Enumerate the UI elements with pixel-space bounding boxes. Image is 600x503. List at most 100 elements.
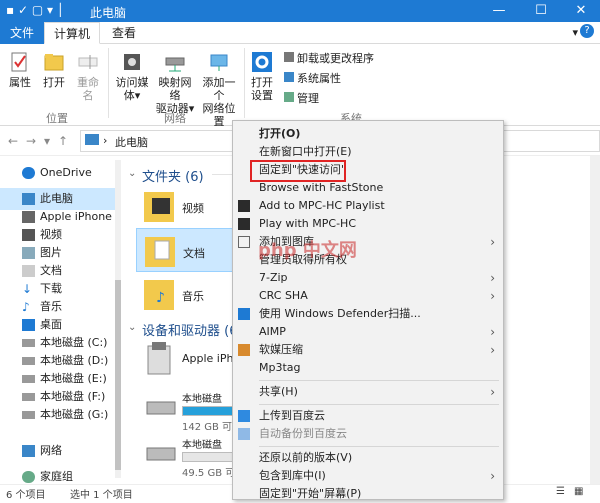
menu-item-open-new-window[interactable]: 在新窗口中打开(E) <box>233 143 503 161</box>
network-drive-icon <box>165 57 185 72</box>
sidebar-item-label: 此电脑 <box>40 192 73 205</box>
scrollbar-thumb[interactable] <box>115 280 121 470</box>
uninstall-icon <box>284 52 294 62</box>
title-bar: ▪ ✓ ▢ ▾ │ 此电脑 — ☐ ✕ <box>0 0 600 22</box>
folder-label: 文档 <box>183 247 205 260</box>
close-button[interactable]: ✕ <box>562 0 600 22</box>
sidebar-item-label: 本地磁盘 (D:) <box>40 354 109 367</box>
open-label: 打开 <box>43 76 65 89</box>
video-icon <box>22 229 35 241</box>
drive-icon <box>146 447 176 461</box>
sidebar-item-drive-g[interactable]: 本地磁盘 (G:) <box>0 404 120 426</box>
menu-item-share[interactable]: 共享(H) › <box>233 383 503 401</box>
folder-item-videos[interactable]: 视频 <box>136 184 236 228</box>
shield-icon <box>238 308 250 320</box>
devices-section-header[interactable]: 设备和驱动器 (6) <box>142 320 243 339</box>
svg-text:♪: ♪ <box>156 290 165 306</box>
up-icon[interactable]: ↑ <box>58 134 68 148</box>
access-media-button[interactable]: 访问媒体▾ <box>112 50 152 102</box>
video-folder-icon <box>144 192 174 222</box>
menu-item-open[interactable]: 打开(O) <box>233 125 503 143</box>
system-properties-label: 系统属性 <box>297 72 341 85</box>
device-item-drive-d[interactable]: 本地磁盘 49.5 GB 可 <box>136 434 292 479</box>
uninstall-button[interactable]: 卸载或更改程序 <box>284 50 374 66</box>
device-item-iphone[interactable]: Apple iPho <box>136 340 246 380</box>
sidebar-item-label: OneDrive <box>40 166 92 179</box>
tab-file[interactable]: 文件 <box>0 22 44 44</box>
manage-icon <box>284 92 294 102</box>
menu-item-crc-sha[interactable]: CRC SHA › <box>233 287 503 305</box>
device-label: 本地磁盘 <box>182 440 222 451</box>
recent-locations-icon[interactable]: ▾ <box>44 134 50 148</box>
mpchc-icon <box>238 200 250 212</box>
access-media-label: 访问媒体 <box>115 76 149 102</box>
sidebar-item-label: 网络 <box>40 444 62 457</box>
sidebar-item-label: 本地磁盘 (E:) <box>40 372 107 385</box>
drive-icon <box>22 393 35 401</box>
download-icon: ↓ <box>22 282 33 296</box>
sidebar-item-label: 下载 <box>40 282 62 295</box>
menu-item-aimp[interactable]: AIMP › <box>233 323 503 341</box>
submenu-arrow-icon: › <box>490 385 495 399</box>
folders-section-header[interactable]: 文件夹 (6) <box>142 166 204 185</box>
sidebar-scrollbar[interactable] <box>115 160 121 478</box>
tab-computer[interactable]: 计算机 <box>44 22 100 44</box>
breadcrumb-this-pc[interactable]: 此电脑 <box>115 134 148 150</box>
menu-item-pin-start[interactable]: 固定到"开始"屏幕(P) <box>233 485 503 503</box>
rename-button[interactable]: 重命名 <box>72 50 104 102</box>
details-view-icon[interactable]: ☰ <box>556 486 565 497</box>
help-button[interactable]: ? <box>580 24 594 38</box>
large-icons-view-icon[interactable]: ▦ <box>574 486 583 497</box>
maximize-button[interactable]: ☐ <box>522 0 560 22</box>
menu-item-play-mpchc[interactable]: Play with MPC-HC <box>233 215 503 233</box>
sidebar-item-label: 本地磁盘 (C:) <box>40 336 108 349</box>
sidebar-item-network[interactable]: 网络 <box>0 440 120 462</box>
network-icon <box>22 445 35 457</box>
system-properties-button[interactable]: 系统属性 <box>284 70 341 86</box>
compress-icon <box>238 344 250 356</box>
collapse-group-icon[interactable]: ⌄ <box>128 168 136 179</box>
gear-icon <box>252 52 272 72</box>
system-properties-icon <box>284 72 294 82</box>
submenu-arrow-icon: › <box>490 325 495 339</box>
menu-item-auto-backup-baidu[interactable]: 自动备份到百度云 <box>233 425 503 443</box>
menu-item-ruanmei-compress[interactable]: 软媒压缩 › <box>233 341 503 359</box>
menu-item-7zip[interactable]: 7-Zip › <box>233 269 503 287</box>
quick-access-toolbar[interactable]: ▪ ✓ ▢ ▾ │ <box>6 3 64 17</box>
device-item-drive-c[interactable]: 本地磁盘 142 GB 可用 <box>136 388 292 433</box>
menu-item-add-mpchc-playlist[interactable]: Add to MPC-HC Playlist <box>233 197 503 215</box>
content-scrollbar[interactable] <box>590 156 600 484</box>
folder-item-music[interactable]: ♪ 音乐 <box>136 272 236 316</box>
add-network-location-button[interactable]: 添加一个 网络位置 <box>198 50 240 128</box>
menu-item-include-in-library[interactable]: 包含到库中(I) › <box>233 467 503 485</box>
map-drive-label-1: 映射网络 <box>158 76 192 102</box>
folder-item-documents[interactable]: 文档 <box>136 228 236 272</box>
menu-item-mp3tag[interactable]: Mp3tag <box>233 359 503 377</box>
documents-folder-icon <box>145 237 175 267</box>
collapse-group-icon[interactable]: ⌄ <box>128 322 136 333</box>
section-divider <box>212 174 232 175</box>
forward-icon[interactable]: → <box>26 134 36 148</box>
drive-icon <box>22 375 35 383</box>
ribbon: 属性 打开 重命名 位置 访问媒体▾ 映射网络 驱动器▾ 添加一个 网络位置 网… <box>0 44 600 128</box>
collapse-ribbon-icon[interactable]: ▾ <box>572 26 578 39</box>
open-button[interactable]: 打开 <box>40 50 68 89</box>
map-drive-button[interactable]: 映射网络 驱动器▾ <box>154 50 196 115</box>
music-icon: ♪ <box>22 300 30 314</box>
tab-view[interactable]: 查看 <box>104 22 144 44</box>
menu-item-upload-baidu[interactable]: 上传到百度云 <box>233 407 503 425</box>
properties-button[interactable]: 属性 <box>6 50 34 89</box>
submenu-arrow-icon: › <box>490 289 495 303</box>
menu-item-defender-scan[interactable]: 使用 Windows Defender扫描... <box>233 305 503 323</box>
homegroup-icon <box>22 471 35 483</box>
back-icon[interactable]: ← <box>8 134 18 148</box>
manage-button[interactable]: 管理 <box>284 90 319 106</box>
ribbon-divider <box>244 48 245 118</box>
minimize-button[interactable]: — <box>480 0 518 22</box>
open-settings-button[interactable]: 打开 设置 <box>248 50 276 102</box>
folder-label: 音乐 <box>182 290 204 303</box>
menu-item-restore-previous[interactable]: 还原以前的版本(V) <box>233 449 503 467</box>
sidebar-item-onedrive[interactable]: OneDrive <box>0 162 120 184</box>
desktop-icon <box>22 319 35 331</box>
window-title: 此电脑 <box>90 6 127 20</box>
